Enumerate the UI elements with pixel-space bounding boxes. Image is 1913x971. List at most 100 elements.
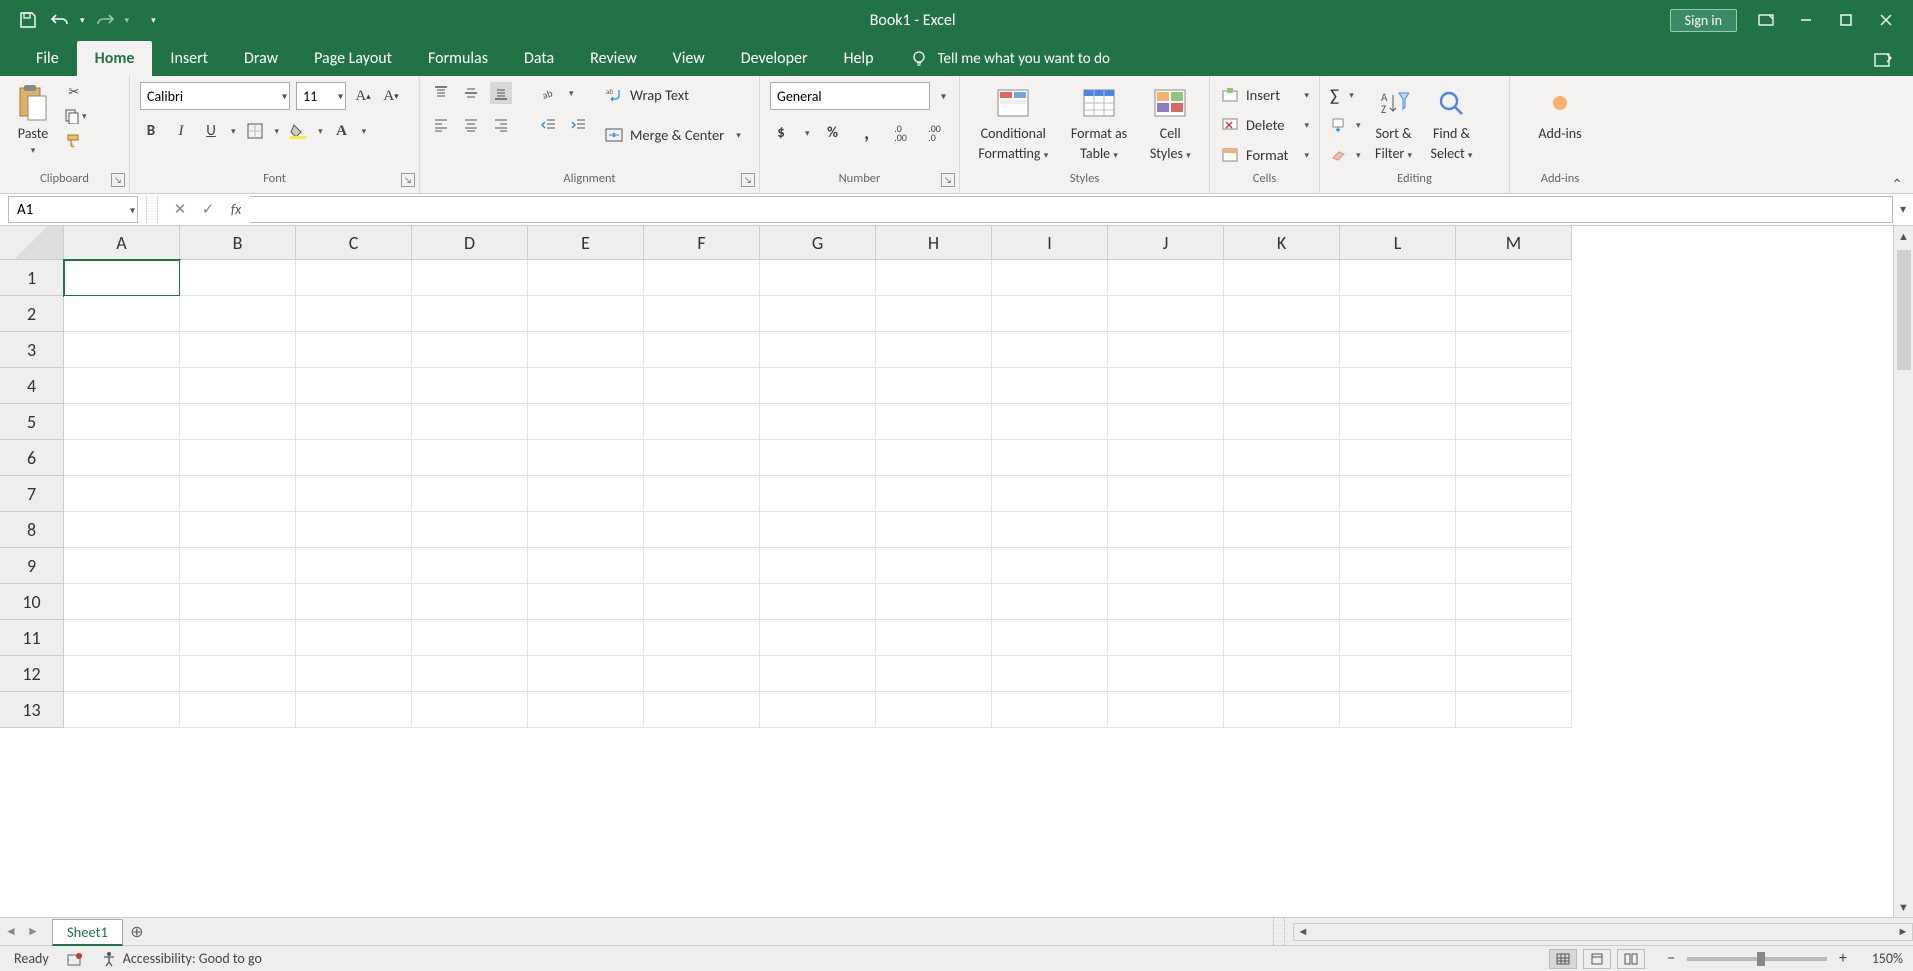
format-painter-icon[interactable] — [62, 130, 86, 150]
row-header[interactable]: 8 — [0, 512, 64, 548]
cell[interactable] — [992, 584, 1108, 620]
cell[interactable] — [1456, 620, 1572, 656]
decrease-indent-icon[interactable] — [538, 114, 560, 136]
font-name-combo[interactable] — [140, 82, 290, 110]
cell[interactable] — [412, 548, 528, 584]
insert-cells-button[interactable]: Insert▾ — [1220, 82, 1309, 108]
cell[interactable] — [296, 656, 412, 692]
cell[interactable] — [64, 440, 180, 476]
underline-icon[interactable]: U — [200, 120, 222, 142]
cell[interactable] — [180, 584, 296, 620]
cell[interactable] — [528, 476, 644, 512]
cell[interactable] — [412, 368, 528, 404]
align-left-icon[interactable] — [430, 114, 452, 136]
cell[interactable] — [1340, 548, 1456, 584]
cell[interactable] — [528, 404, 644, 440]
cell[interactable] — [412, 332, 528, 368]
page-layout-view-icon[interactable] — [1583, 949, 1611, 969]
cell[interactable] — [992, 332, 1108, 368]
cell[interactable] — [760, 512, 876, 548]
cell[interactable] — [1456, 404, 1572, 440]
cell[interactable] — [1340, 692, 1456, 728]
clipboard-launcher-icon[interactable]: ↘ — [111, 173, 125, 187]
cell[interactable] — [1456, 692, 1572, 728]
row-header[interactable]: 11 — [0, 620, 64, 656]
column-header[interactable]: F — [644, 226, 760, 260]
cell[interactable] — [1224, 404, 1340, 440]
cell[interactable] — [644, 692, 760, 728]
format-as-table-button[interactable]: Format as Table ▾ — [1067, 82, 1131, 164]
cell[interactable] — [1224, 620, 1340, 656]
cell[interactable] — [64, 476, 180, 512]
cell[interactable] — [412, 296, 528, 332]
cell[interactable] — [1108, 332, 1224, 368]
cell[interactable] — [296, 260, 412, 296]
sheet-nav-next-icon[interactable]: ► — [22, 924, 44, 939]
expand-formula-bar-icon[interactable]: ▾ — [1893, 202, 1913, 217]
cell[interactable] — [1224, 296, 1340, 332]
column-header[interactable]: D — [412, 226, 528, 260]
cell[interactable] — [64, 260, 180, 296]
cell-styles-button[interactable]: Cell Styles ▾ — [1146, 82, 1195, 164]
cell[interactable] — [644, 260, 760, 296]
cell[interactable] — [760, 656, 876, 692]
cell[interactable] — [1456, 476, 1572, 512]
cell[interactable] — [760, 620, 876, 656]
cell[interactable] — [528, 548, 644, 584]
tab-insert[interactable]: Insert — [152, 41, 226, 76]
zoom-in-icon[interactable]: + — [1839, 949, 1847, 968]
cell[interactable] — [876, 440, 992, 476]
cell[interactable] — [296, 512, 412, 548]
row-header[interactable]: 7 — [0, 476, 64, 512]
save-icon[interactable] — [16, 8, 40, 32]
cell[interactable] — [1224, 440, 1340, 476]
ribbon-display-options-icon[interactable] — [1755, 9, 1777, 31]
cell[interactable] — [180, 656, 296, 692]
new-sheet-icon[interactable]: ⊕ — [123, 922, 151, 942]
cell[interactable] — [1456, 440, 1572, 476]
cell[interactable] — [644, 296, 760, 332]
insert-function-icon[interactable]: fx — [222, 201, 250, 218]
cell[interactable] — [1108, 296, 1224, 332]
collapse-ribbon-icon[interactable]: ⌃ — [1891, 176, 1903, 193]
cell[interactable] — [992, 296, 1108, 332]
align-bottom-icon[interactable] — [490, 82, 512, 104]
cell[interactable] — [992, 548, 1108, 584]
sort-filter-button[interactable]: AZ Sort & Filter ▾ — [1371, 82, 1417, 164]
cell[interactable] — [760, 260, 876, 296]
clear-button[interactable]: ▾ — [1330, 142, 1361, 168]
cells-area[interactable] — [64, 260, 1572, 728]
cell[interactable] — [760, 368, 876, 404]
zoom-out-icon[interactable]: − — [1667, 949, 1675, 968]
row-header[interactable]: 3 — [0, 332, 64, 368]
cell[interactable] — [1340, 368, 1456, 404]
cell[interactable] — [760, 332, 876, 368]
find-select-button[interactable]: Find & Select ▾ — [1427, 82, 1477, 164]
cell[interactable] — [760, 440, 876, 476]
cell[interactable] — [296, 440, 412, 476]
cell[interactable] — [412, 512, 528, 548]
cell[interactable] — [1224, 692, 1340, 728]
wrap-text-button[interactable]: ab Wrap Text — [604, 82, 741, 108]
maximize-icon[interactable] — [1835, 9, 1857, 31]
cell[interactable] — [644, 440, 760, 476]
align-middle-icon[interactable] — [460, 82, 482, 104]
percent-format-icon[interactable]: % — [822, 122, 844, 144]
cell[interactable] — [528, 620, 644, 656]
cell[interactable] — [1108, 620, 1224, 656]
cell[interactable] — [1340, 404, 1456, 440]
row-header[interactable]: 1 — [0, 260, 64, 296]
font-color-icon[interactable]: A — [331, 120, 353, 142]
cell[interactable] — [528, 512, 644, 548]
zoom-slider[interactable] — [1687, 957, 1827, 961]
align-top-icon[interactable] — [430, 82, 452, 104]
name-box[interactable] — [8, 196, 138, 223]
cell[interactable] — [1340, 620, 1456, 656]
paste-dropdown-icon[interactable]: ▾ — [31, 145, 36, 156]
cell[interactable] — [644, 332, 760, 368]
number-launcher-icon[interactable]: ↘ — [941, 173, 955, 187]
cell[interactable] — [1456, 368, 1572, 404]
column-header[interactable]: K — [1224, 226, 1340, 260]
cell[interactable] — [1224, 656, 1340, 692]
close-icon[interactable] — [1875, 9, 1897, 31]
